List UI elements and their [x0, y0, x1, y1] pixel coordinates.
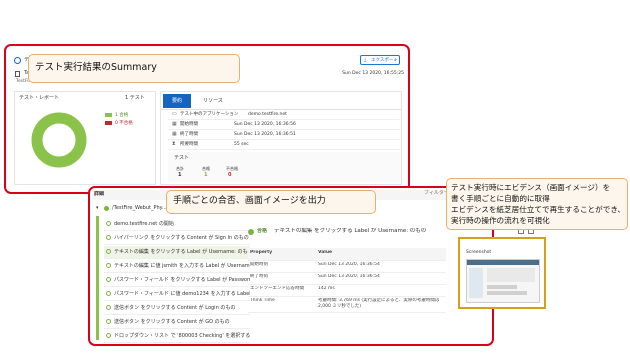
callout-steps: 手順ごとの合否、画面イメージを出力 [166, 190, 376, 214]
test-report-title: テスト・レポート [19, 95, 60, 101]
details-title: 詳細 [94, 191, 105, 197]
info-row-start: ▦ 開始時間 Sun Dec 13 2020, 16:36:56 [168, 120, 400, 130]
stat-total-value: 1 [178, 172, 182, 178]
check-icon [106, 249, 111, 254]
export-button[interactable]: ⤓ エクスポート ⌄ [360, 55, 400, 65]
list-item[interactable]: 送信ボタン をクリックする Content が GO のもの [104, 316, 250, 329]
legend-fail-swatch [105, 121, 112, 125]
step-detail-header: 合格 テキストの編集 をクリックする Label が Username: のもの [248, 226, 448, 238]
test-report-panel: テスト・レポート 1 テスト 1 合格 0 不合格 [14, 91, 156, 185]
info-row-duration: ⧗ 所要時間 55 sec [168, 140, 400, 150]
report-date: Sun Dec 13 2020, 16:55:25 [342, 71, 404, 76]
stat-fail-label: 不合格 [226, 166, 238, 171]
legend-fail-label: 0 不合格 [115, 121, 133, 126]
list-item[interactable]: ハイパーリンク をクリックする Content が Sign In のもの [104, 232, 250, 245]
document-icon [15, 71, 20, 77]
calendar-icon: ▦ [172, 121, 177, 127]
check-icon [106, 277, 111, 282]
step-title: テキストの編集 をクリックする Label が Username: のもの [274, 228, 427, 234]
tab-resources[interactable]: リソース [195, 94, 231, 108]
callout-evidence: テスト実行時にエビデンス（画面イメージ）を 書く手順ごとに自動的に取得 エビデン… [446, 178, 628, 230]
test-count: 1 テスト [125, 95, 145, 101]
export-icon: ⤓ [364, 57, 367, 63]
step-list-border [96, 216, 99, 340]
screenshot-thumbnail [466, 259, 540, 303]
info-row-application: ▭ テスト中のアプリケーション demo.testfire.net [168, 110, 400, 120]
thumbnail-content [487, 291, 527, 295]
pass-icon [248, 229, 254, 235]
stat-pass-label: 合格 [202, 166, 210, 171]
stat-fail-value: 0 [228, 172, 232, 178]
info-row-end: ▦ 終了時間 Sun Dec 13 2020, 16:36:51 [168, 130, 400, 140]
list-item[interactable]: 送信ボタン をクリックする Content が Login のもの [104, 302, 250, 315]
table-row: Think Time 考慮時間: 3,769 ms (実行設定によると、実際の考… [248, 296, 446, 313]
stat-total-label: 合計 [176, 166, 184, 171]
list-item[interactable]: テキストの編集 に値 jsmith を入力する Label が Username… [104, 260, 250, 273]
check-icon [106, 319, 111, 324]
screenshot-label: Screenshot [466, 250, 492, 255]
callout-evidence-line: 書く手順ごとに自動的に取得 [451, 194, 550, 203]
check-icon [106, 291, 111, 296]
list-item[interactable]: テキストの編集 をクリックする Label が Username: のもの [104, 246, 250, 259]
tab-summary[interactable]: 要約 [163, 94, 191, 108]
thumbnail-content [487, 268, 535, 282]
pass-icon [104, 206, 109, 211]
expand-icon[interactable]: ▾ [96, 204, 99, 212]
check-icon [106, 263, 111, 268]
list-item[interactable]: ドロップダウン・リスト で '800003 Checking' を選択する La… [104, 330, 250, 343]
check-icon [106, 333, 111, 338]
callout-evidence-line: エビデンスを紙芝居仕立てで再生することができ、 [451, 205, 625, 214]
screenshot-panel[interactable]: Screenshot [458, 237, 546, 309]
chevron-down-icon[interactable]: ⌄ [393, 57, 397, 64]
tests-section: テスト 合計 1 合格 1 不合格 0 [168, 152, 400, 182]
step-status: 合格 [257, 228, 268, 234]
tests-heading: テスト [174, 155, 190, 161]
callout-steps-text: 手順ごとの合否、画面イメージを出力 [173, 196, 326, 206]
hourglass-icon: ⧗ [172, 141, 176, 147]
monitor-icon: ▭ [172, 111, 177, 117]
donut-pass-slice [31, 112, 87, 168]
check-icon [106, 305, 111, 310]
callout-evidence-line: テスト実行時にエビデンス（画面イメージ）を [451, 183, 611, 192]
stat-pass-value: 1 [204, 172, 208, 178]
callout-evidence-line: 実行時の操作の流れを可視化 [451, 216, 550, 225]
legend-pass-label: 1 合格 [115, 113, 129, 118]
test-result-donut [31, 112, 87, 168]
calendar-icon: ▦ [172, 131, 177, 137]
thumbnail-sidebar [469, 268, 483, 298]
callout-summary: テスト実行結果のSummary [28, 54, 240, 83]
list-item[interactable]: パスワード・フィールド をクリックする Label が Password: のも… [104, 274, 250, 287]
list-item[interactable]: パスワード・フィールド に値 demo1234 を入力する Label が Pa… [104, 288, 250, 301]
thumbnail-header-bar [467, 260, 539, 265]
globe-icon [14, 57, 21, 64]
callout-summary-text: テスト実行結果のSummary [35, 62, 157, 73]
list-item[interactable]: demo.testfire.net の開始 [104, 218, 250, 231]
check-icon [106, 235, 111, 240]
check-icon [106, 221, 111, 226]
legend-pass-swatch [105, 113, 112, 117]
thumbnail-content [487, 285, 517, 289]
